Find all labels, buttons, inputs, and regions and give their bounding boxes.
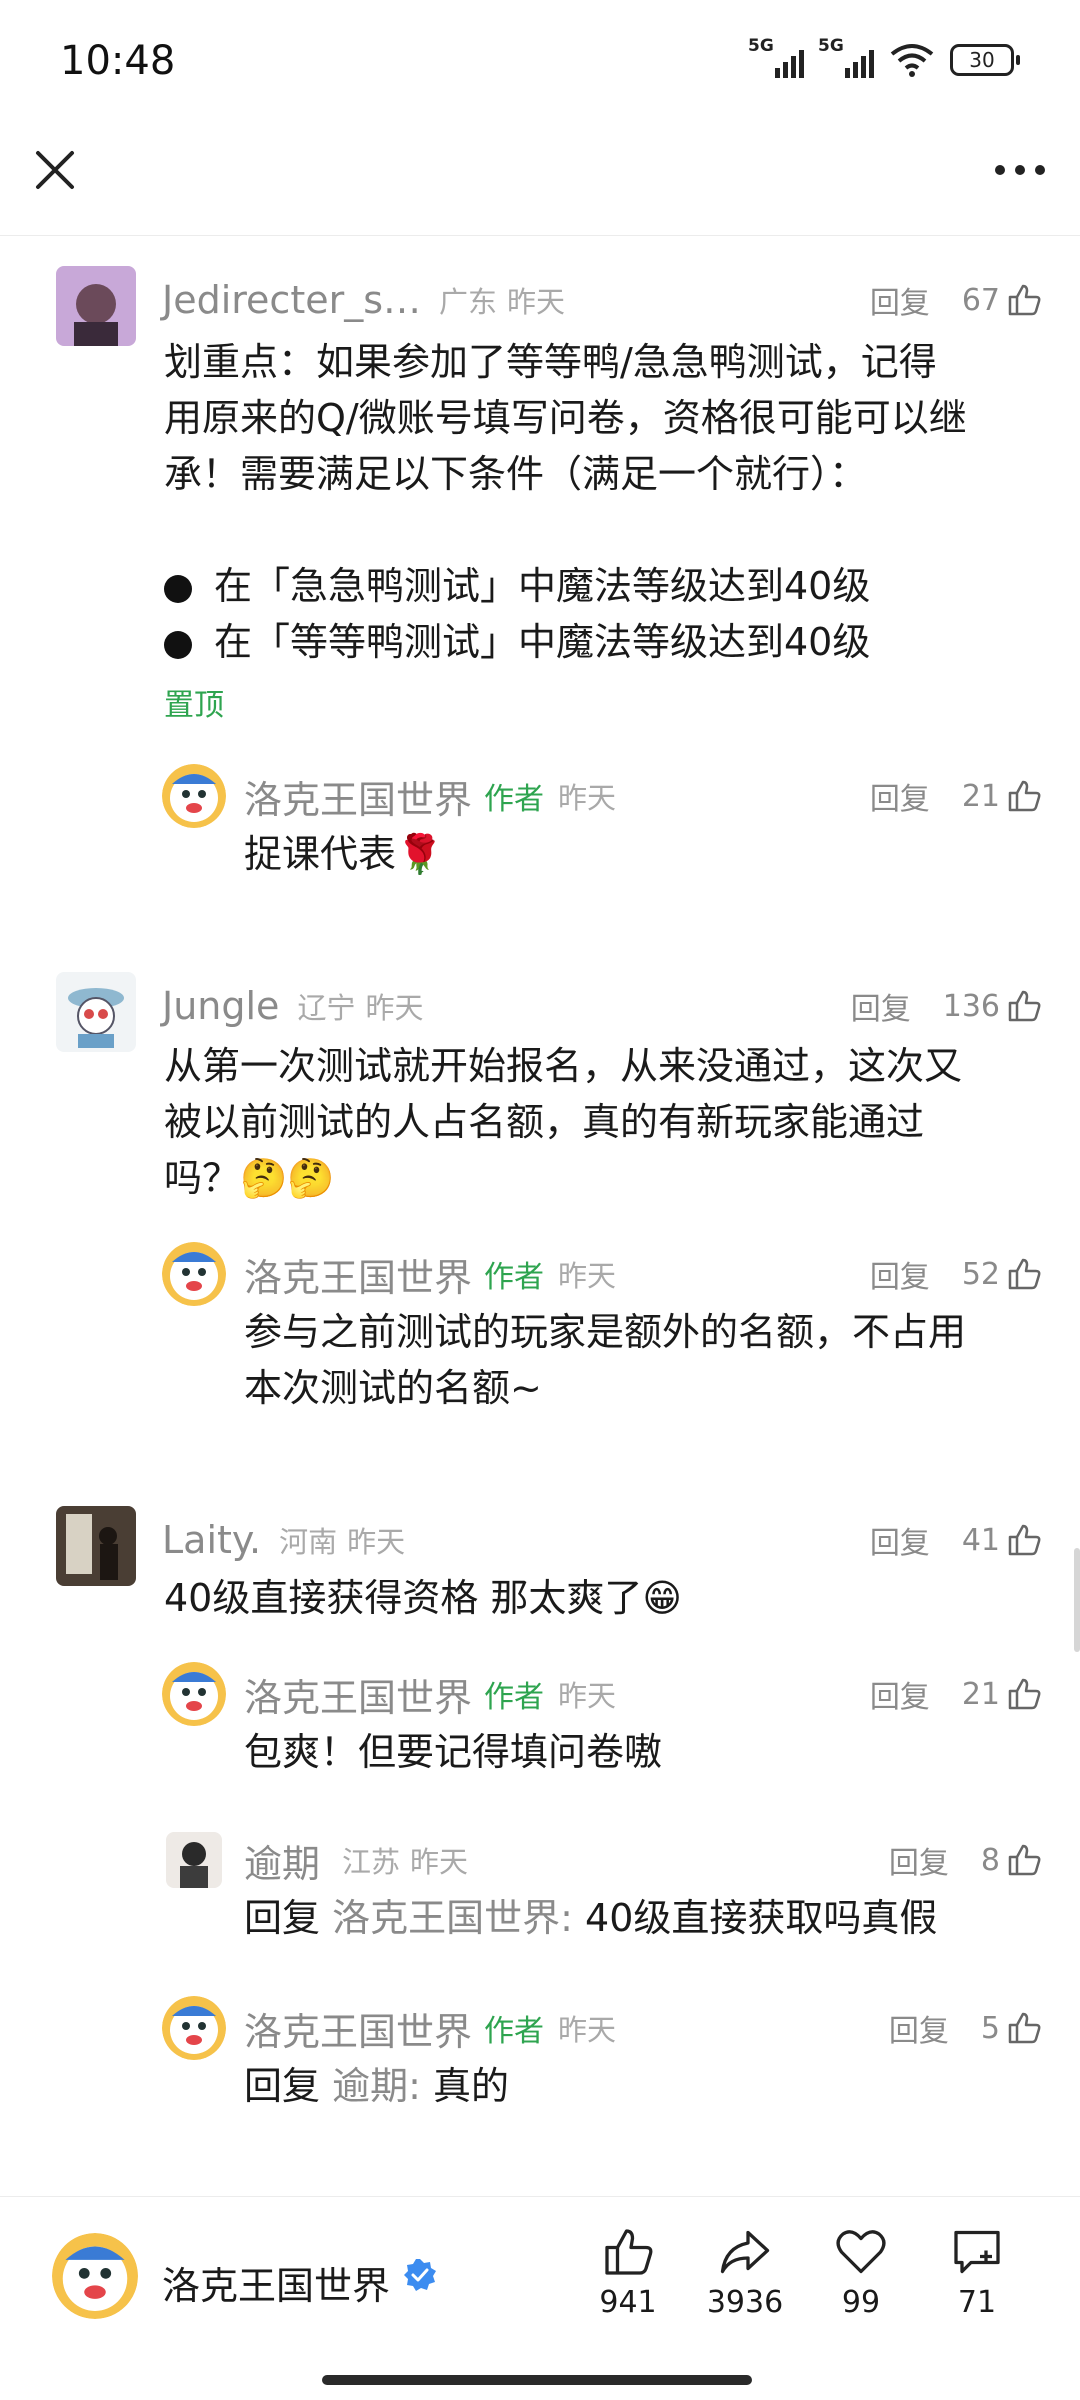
more-options-icon[interactable] [990,145,1050,195]
account-name[interactable]: 洛克王国世界 [162,2255,390,2310]
reply-target-link[interactable]: 逾期: [332,2064,421,2108]
reply-text: 捉课代表🌹 [244,832,444,876]
reply-author[interactable]: 洛克王国世界 [244,1247,472,1302]
account-avatar[interactable] [52,2233,138,2319]
share-total: 3936 [706,2285,784,2320]
comment-author[interactable]: Jedirecter_s… [162,278,421,322]
reply-author[interactable]: 洛克王国世界 [244,2001,472,2056]
thumbs-up-icon[interactable] [1006,282,1042,318]
bottom-action-bar: 洛克王国世界 941 3936 99 71 [0,2196,1080,2357]
reply-time: 昨天 [558,781,617,815]
reply-text: 参与之前测试的玩家是额外的名额，不占用 本次测试的名额~ [244,1310,967,1410]
pinned-badge: 置顶 [164,688,224,723]
thumbs-up-icon[interactable] [1006,1676,1042,1712]
like-action[interactable]: 941 [573,2225,683,2320]
author-badge: 作者 [484,1260,545,1295]
author-badge: 作者 [484,1680,545,1715]
thumbs-up-icon[interactable] [1006,778,1042,814]
status-time: 10:48 [60,38,176,84]
comment-time: 昨天 [365,991,424,1025]
avatar[interactable] [56,266,136,346]
comment-action[interactable]: 71 [922,2225,1032,2320]
avatar[interactable] [166,2068,222,2124]
comment-time: 昨天 [347,1525,406,1559]
reply-button[interactable]: 回复 [889,1838,949,1882]
like-count: 21 [961,778,1000,814]
reply-button[interactable]: 回复 [870,774,930,818]
bullet-icon [164,575,192,603]
thumbs-up-icon[interactable] [1006,1842,1042,1878]
comment-text: 从第一次测试就开始报名，从来没通过，这次又 被以前测试的人占名额，真的有新玩家能… [164,1044,963,1200]
bullet-icon [164,631,192,659]
reply-author[interactable]: 洛克王国世界 [244,769,472,824]
status-icons: 5G 5G 30 [748,36,1020,80]
comment-location: 广东 [439,285,498,319]
comment-add-icon [954,2230,1000,2274]
close-icon[interactable] [30,145,80,195]
comment-total: 71 [957,2285,997,2320]
avatar[interactable] [56,1506,136,1586]
reply-location: 江苏 [342,1845,401,1879]
comment-text: 划重点：如果参加了等等鸭/急急鸭测试，记得 用原来的Q/微账号填写问卷，资格很可… [164,340,967,664]
like-count: 52 [961,1256,1000,1292]
thumbs-up-icon[interactable] [1006,988,1042,1024]
like-count: 8 [980,1842,1000,1878]
scrollbar[interactable] [1074,1548,1080,1652]
reply-time: 昨天 [558,1679,617,1713]
share-icon [720,2230,770,2274]
avatar[interactable] [162,1996,226,2060]
avatar[interactable] [166,1832,222,1888]
comment-location: 辽宁 [297,991,356,1025]
reply-time: 昨天 [558,1259,617,1293]
avatar[interactable] [162,1662,226,1726]
wifi-icon [890,44,934,77]
comment-author[interactable]: Jungle [162,984,279,1028]
like-count: 136 [942,988,1000,1024]
reply-target-link[interactable]: 洛克王国世界: [332,1896,573,1940]
thumbs-up-icon [605,2229,653,2275]
heart-icon [836,2230,886,2274]
reply-author[interactable]: 逾期 [244,1833,320,1888]
thumbs-up-icon[interactable] [1006,1522,1042,1558]
status-bar: 10:48 5G 5G 30 [0,0,1080,130]
reply-button[interactable]: 回复 [870,1252,930,1296]
avatar[interactable] [56,972,136,1052]
cellular-signal-icon: 5G [748,36,804,80]
author-badge: 作者 [484,2014,545,2049]
verified-badge-icon [404,2259,436,2291]
favorite-total: 99 [841,2285,881,2320]
thumbs-up-icon[interactable] [1006,1256,1042,1292]
like-count: 67 [961,282,1000,318]
reply-time: 昨天 [410,1845,469,1879]
reply-button[interactable]: 回复 [870,278,930,322]
reply-time: 昨天 [558,2013,617,2047]
reply-text: 包爽！但要记得填问卷嗷 [244,1730,663,1774]
comment-time: 昨天 [507,285,566,319]
comment-location: 河南 [279,1525,338,1559]
reply-button[interactable]: 回复 [870,1518,930,1562]
reply-button[interactable]: 回复 [870,1672,930,1716]
reply-text: 回复 逾期: 真的 [244,2064,510,2108]
like-count: 5 [980,2010,1000,2046]
share-action[interactable]: 3936 [690,2225,800,2320]
author-badge: 作者 [484,782,545,817]
like-total: 941 [599,2285,657,2320]
comment-author[interactable]: Laity. [162,1518,261,1562]
thumbs-up-icon[interactable] [1006,2010,1042,2046]
like-count: 21 [961,1676,1000,1712]
top-nav [0,130,1080,236]
reply-button[interactable]: 回复 [851,984,911,1028]
battery-icon: 30 [950,44,1020,76]
reply-button[interactable]: 回复 [889,2006,949,2050]
avatar[interactable] [162,1242,226,1306]
favorite-action[interactable]: 99 [806,2225,916,2320]
reply-text: 回复 洛克王国世界: 40级直接获取吗真假 [244,1896,938,1940]
avatar[interactable] [162,764,226,828]
reply-author[interactable]: 洛克王国世界 [244,1667,472,1722]
cellular-signal-icon-2: 5G [818,36,874,80]
home-indicator[interactable] [322,2375,752,2385]
like-count: 41 [961,1522,1000,1558]
comment-text: 40级直接获得资格 那太爽了😁 [164,1576,683,1620]
